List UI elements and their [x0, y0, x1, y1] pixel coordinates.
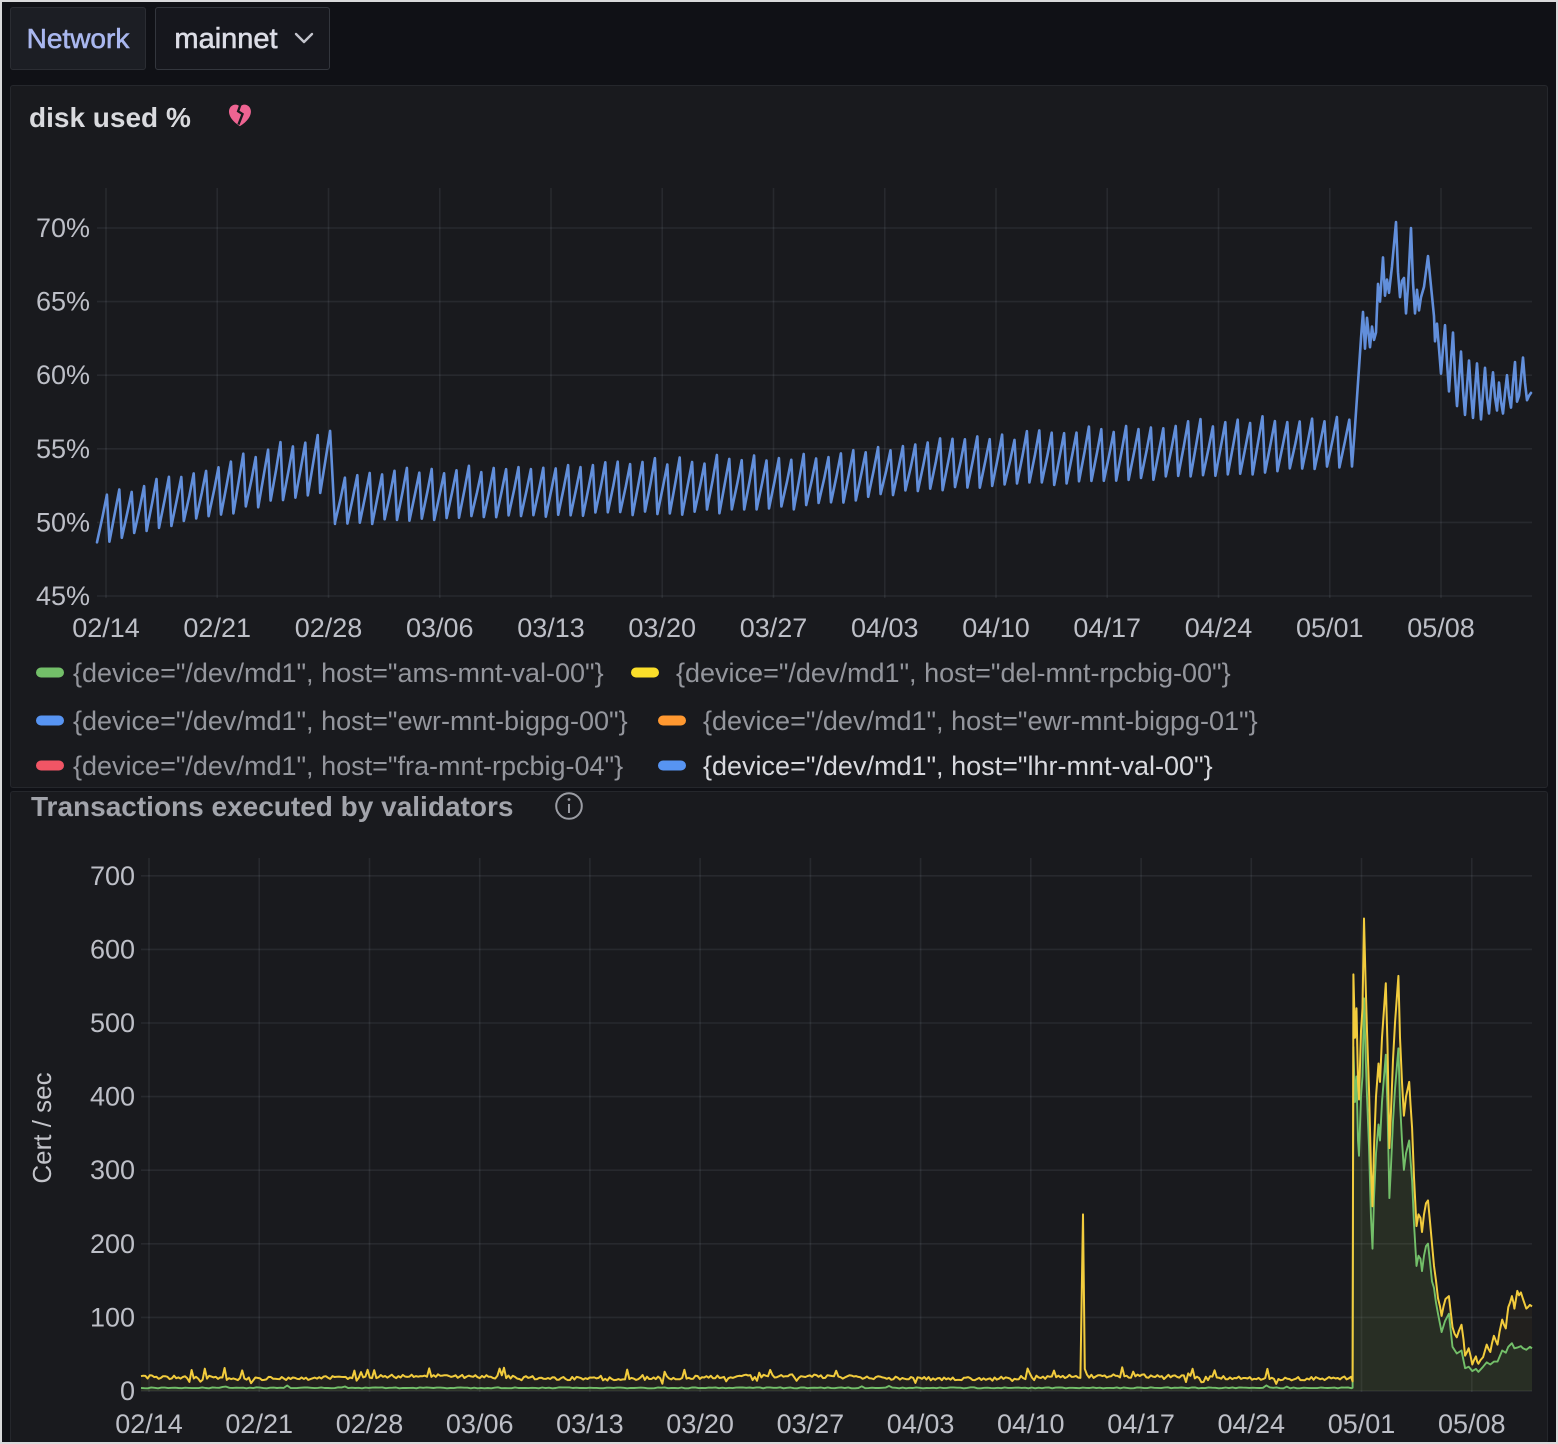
svg-text:04/17: 04/17 — [1107, 1409, 1175, 1439]
svg-text:03/27: 03/27 — [740, 613, 808, 643]
svg-text:60%: 60% — [36, 360, 90, 390]
svg-text:04/03: 04/03 — [887, 1409, 955, 1439]
svg-text:04/03: 04/03 — [851, 613, 919, 643]
svg-text:02/14: 02/14 — [72, 613, 140, 643]
svg-text:03/13: 03/13 — [556, 1409, 624, 1439]
svg-text:500: 500 — [90, 1008, 135, 1038]
svg-text:03/20: 03/20 — [666, 1409, 734, 1439]
svg-text:Transactions executed by valid: Transactions executed by validators — [31, 791, 513, 822]
svg-text:70%: 70% — [36, 213, 90, 243]
svg-text:04/24: 04/24 — [1185, 613, 1253, 643]
svg-text:600: 600 — [90, 934, 135, 964]
svg-text:04/17: 04/17 — [1073, 613, 1141, 643]
svg-text:{device="/dev/md1", host="lhr-: {device="/dev/md1", host="lhr-mnt-val-00… — [703, 751, 1213, 781]
svg-text:disk used %: disk used % — [29, 102, 191, 133]
svg-text:05/08: 05/08 — [1438, 1409, 1506, 1439]
svg-text:05/08: 05/08 — [1407, 613, 1475, 643]
svg-text:03/27: 03/27 — [777, 1409, 845, 1439]
svg-text:03/06: 03/06 — [446, 1409, 514, 1439]
svg-text:55%: 55% — [36, 434, 90, 464]
svg-text:{device="/dev/md1", host="ams-: {device="/dev/md1", host="ams-mnt-val-00… — [73, 658, 604, 688]
svg-text:400: 400 — [90, 1082, 135, 1112]
svg-text:05/01: 05/01 — [1296, 613, 1364, 643]
svg-text:{device="/dev/md1", host="del-: {device="/dev/md1", host="del-mnt-rpcbig… — [676, 658, 1231, 688]
svg-text:200: 200 — [90, 1229, 135, 1259]
svg-text:45%: 45% — [36, 581, 90, 611]
svg-text:50%: 50% — [36, 507, 90, 537]
svg-text:03/06: 03/06 — [406, 613, 474, 643]
svg-text:100: 100 — [90, 1302, 135, 1332]
svg-text:{device="/dev/md1", host="fra-: {device="/dev/md1", host="fra-mnt-rpcbig… — [73, 751, 623, 781]
svg-text:02/14: 02/14 — [115, 1409, 183, 1439]
svg-text:04/24: 04/24 — [1218, 1409, 1286, 1439]
svg-text:05/01: 05/01 — [1328, 1409, 1396, 1439]
svg-text:Cert / sec: Cert / sec — [27, 1072, 57, 1183]
svg-text:700: 700 — [90, 861, 135, 891]
svg-text:03/13: 03/13 — [517, 613, 585, 643]
svg-text:{device="/dev/md1", host="ewr-: {device="/dev/md1", host="ewr-mnt-bigpg-… — [703, 706, 1258, 736]
svg-text:300: 300 — [90, 1155, 135, 1185]
svg-text:04/10: 04/10 — [997, 1409, 1065, 1439]
svg-text:02/28: 02/28 — [295, 613, 363, 643]
svg-text:Network: Network — [27, 23, 131, 54]
svg-text:04/10: 04/10 — [962, 613, 1030, 643]
svg-text:02/21: 02/21 — [225, 1409, 293, 1439]
svg-text:{device="/dev/md1", host="ewr-: {device="/dev/md1", host="ewr-mnt-bigpg-… — [73, 706, 628, 736]
svg-text:02/28: 02/28 — [336, 1409, 404, 1439]
svg-text:02/21: 02/21 — [183, 613, 251, 643]
svg-text:65%: 65% — [36, 287, 90, 317]
svg-text:mainnet: mainnet — [174, 23, 277, 55]
svg-text:03/20: 03/20 — [628, 613, 696, 643]
svg-text:0: 0 — [120, 1376, 135, 1406]
